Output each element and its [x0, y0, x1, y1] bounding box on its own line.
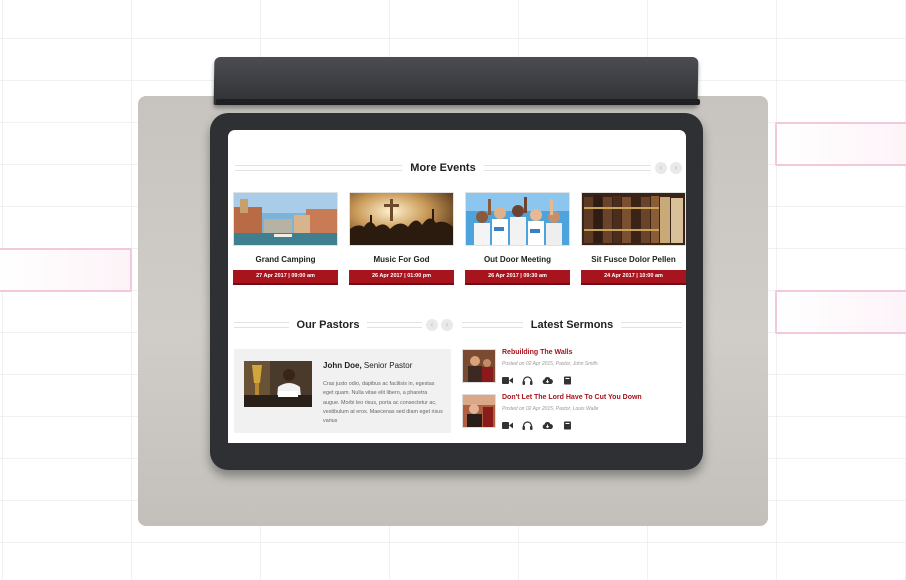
event-title[interactable]: Grand Camping	[233, 255, 338, 266]
group-celebration-photo[interactable]	[465, 192, 570, 246]
sermon-item[interactable]: Don't Let The Lord Have To Cut You Down …	[462, 394, 682, 430]
event-date: 24 Apr 2017 | 10:00 am	[581, 270, 686, 285]
event-card[interactable]: Music For God 26 Apr 2017 | 01:00 pm	[349, 192, 454, 285]
section-title: Latest Sermons	[530, 319, 614, 331]
prev-arrow-icon[interactable]: ‹	[426, 319, 438, 331]
tablet-bezel	[228, 443, 686, 455]
more-events-header: More Events ‹ ›	[235, 162, 683, 174]
divider-line	[367, 322, 422, 328]
book-icon[interactable]	[562, 372, 573, 385]
pastor-bio: Cras justo odio, dapibus ac facilisis in…	[323, 381, 443, 425]
download-cloud-icon[interactable]	[542, 372, 553, 384]
event-card[interactable]: Sit Fusce Dolor Pellen 24 Apr 2017 | 10:…	[581, 192, 686, 285]
events-carousel: Grand Camping 27 Apr 2017 | 09:00 am Mus…	[233, 192, 686, 285]
sermon-meta: Posted on 02 Apr 2015, Pastor, Louis Wal…	[502, 406, 599, 412]
event-title[interactable]: Sit Fusce Dolor Pellen	[581, 255, 686, 266]
pastor-name[interactable]: John Doe,	[323, 361, 362, 370]
video-icon[interactable]	[502, 417, 513, 429]
event-title[interactable]: Music For God	[349, 255, 454, 266]
prev-arrow-icon[interactable]: ‹	[655, 162, 668, 174]
divider-line	[234, 322, 289, 328]
book-icon[interactable]	[562, 417, 573, 430]
headphones-icon[interactable]	[522, 417, 533, 430]
section-title: More Events	[410, 162, 476, 174]
divider-line	[235, 165, 403, 171]
venice-canal-photo[interactable]	[233, 192, 338, 246]
event-card[interactable]: Grand Camping 27 Apr 2017 | 09:00 am	[233, 192, 338, 285]
next-arrow-icon[interactable]: ›	[670, 162, 683, 174]
tablet-case-hinge	[216, 99, 700, 105]
divider-line	[483, 165, 652, 171]
sermon-title[interactable]: Rebuilding The Walls	[502, 349, 573, 356]
event-date: 27 Apr 2017 | 09:00 am	[233, 270, 338, 285]
pastor-card[interactable]: John Doe, Senior Pastor Cras justo odio,…	[234, 349, 451, 433]
tablet-case-cover	[213, 57, 699, 105]
event-card[interactable]: Out Door Meeting 26 Apr 2017 | 09:30 am	[465, 192, 570, 285]
section-title: Our Pastors	[296, 319, 360, 331]
download-cloud-icon[interactable]	[542, 417, 553, 429]
worship-silhouette-photo[interactable]	[349, 192, 454, 246]
headphones-icon[interactable]	[522, 372, 533, 385]
sermon-item[interactable]: Rebuilding The Walls Posted on 02 Apr 20…	[462, 349, 682, 385]
background-tile	[0, 248, 132, 292]
divider-line	[621, 322, 682, 328]
background-tile	[775, 290, 906, 334]
pastor-name-line[interactable]: John Doe, Senior Pastor	[323, 361, 412, 370]
divider-line	[462, 322, 523, 328]
bookshelf-photo[interactable]	[581, 192, 686, 246]
event-date: 26 Apr 2017 | 01:00 pm	[349, 270, 454, 285]
sermon-meta: Posted on 02 Apr 2015, Pastor, John Smit…	[502, 361, 598, 367]
sermon-title[interactable]: Don't Let The Lord Have To Cut You Down	[502, 394, 642, 401]
latest-sermons-header: Latest Sermons	[462, 319, 682, 331]
video-icon[interactable]	[502, 372, 513, 384]
next-arrow-icon[interactable]: ›	[441, 319, 453, 331]
sermon-thumbnail[interactable]	[462, 394, 496, 428]
our-pastors-header: Our Pastors ‹ ›	[234, 319, 453, 331]
event-date: 26 Apr 2017 | 09:30 am	[465, 270, 570, 285]
event-title[interactable]: Out Door Meeting	[465, 255, 570, 266]
pastor-photo[interactable]	[244, 361, 312, 407]
sermon-thumbnail[interactable]	[462, 349, 496, 383]
pastor-role: Senior Pastor	[363, 361, 413, 370]
background-tile	[775, 122, 906, 166]
